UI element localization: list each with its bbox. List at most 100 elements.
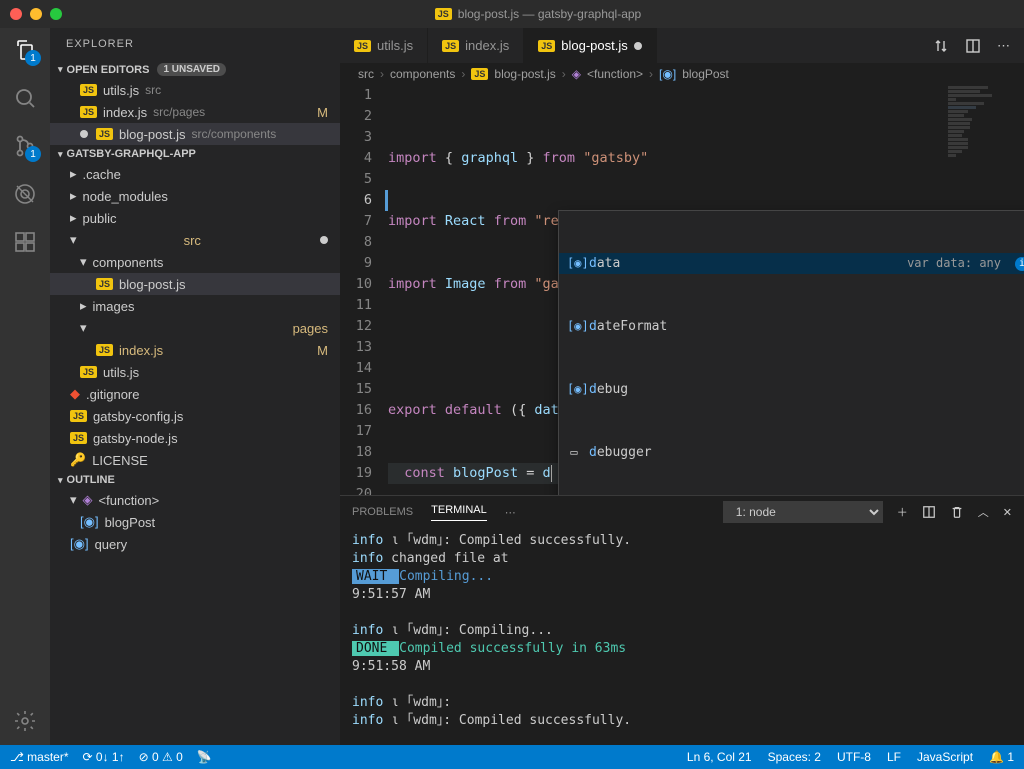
js-icon: JS	[354, 40, 371, 52]
outline-function[interactable]: ▾◈<function>	[50, 489, 340, 511]
suggest-item[interactable]: ▭debugger	[559, 442, 1024, 463]
outline-header[interactable]: ▾ OUTLINE	[50, 471, 340, 489]
file-license[interactable]: 🔑LICENSE	[50, 449, 340, 471]
outline-blogpost[interactable]: [◉]blogPost	[50, 511, 340, 533]
activity-bar: 1 1	[0, 28, 50, 745]
split-editor-icon[interactable]	[965, 38, 981, 54]
close-panel-icon[interactable]: ✕	[1003, 506, 1012, 519]
sidebar-title: EXPLORER	[50, 28, 340, 60]
git-branch[interactable]: ⎇ master*	[10, 750, 69, 764]
folder-public[interactable]: ▸public	[50, 207, 340, 229]
js-icon: JS	[80, 84, 97, 96]
suggest-item[interactable]: [◉]dateFormat	[559, 316, 1024, 337]
settings-gear-icon[interactable]	[11, 707, 39, 735]
folder-pages[interactable]: ▾pages	[50, 317, 340, 339]
eol[interactable]: LF	[887, 750, 901, 764]
line-gutter: 12345 678910 1112131415 1617181920	[340, 85, 388, 495]
terminal-output[interactable]: info ι ｢wdm｣: Compiled successfully. inf…	[340, 528, 1024, 745]
source-control-icon[interactable]: 1	[11, 132, 39, 160]
more-icon[interactable]: ⋯	[997, 38, 1010, 54]
open-editors-header[interactable]: ▾ OPEN EDITORS 1 UNSAVED	[50, 60, 340, 79]
breadcrumb[interactable]: src› components› JSblog-post.js› ◈<funct…	[340, 63, 1024, 85]
info-icon[interactable]: i	[1015, 257, 1024, 271]
git-sync[interactable]: ⟳ 0↓ 1↑	[83, 750, 125, 764]
close-button[interactable]	[10, 8, 22, 20]
maximize-button[interactable]	[50, 8, 62, 20]
status-errors[interactable]: ⊘ 0 ⚠ 0	[139, 750, 183, 764]
folder-images[interactable]: ▸images	[50, 295, 340, 317]
js-icon: JS	[538, 40, 555, 52]
dirty-dot-icon	[80, 130, 88, 138]
extensions-icon[interactable]	[11, 228, 39, 256]
cursor-position[interactable]: Ln 6, Col 21	[687, 750, 752, 764]
status-bar: ⎇ master* ⟳ 0↓ 1↑ ⊘ 0 ⚠ 0 📡 Ln 6, Col 21…	[0, 745, 1024, 769]
search-icon[interactable]	[11, 84, 39, 112]
titlebar: JS blog-post.js — gatsby-graphql-app	[0, 0, 1024, 28]
suggest-item[interactable]: [◉]debug	[559, 379, 1024, 400]
code-content[interactable]: import { graphql } from "gatsby" import …	[388, 85, 1024, 495]
open-editor-item[interactable]: JS blog-post.js src/components	[50, 123, 340, 145]
js-icon: JS	[96, 344, 113, 356]
modified-dot-icon	[320, 236, 328, 244]
chevron-down-icon: ▾	[58, 64, 63, 75]
more-tabs-icon[interactable]: ⋯	[505, 506, 516, 519]
js-icon: JS	[471, 68, 488, 80]
language-mode[interactable]: JavaScript	[917, 750, 973, 764]
indent[interactable]: Spaces: 2	[768, 750, 821, 764]
tab-index[interactable]: JSindex.js	[428, 28, 524, 63]
file-gitignore[interactable]: ◆.gitignore	[50, 383, 340, 405]
tab-terminal[interactable]: TERMINAL	[431, 504, 487, 521]
chevron-up-icon[interactable]: ︿	[978, 504, 989, 520]
file-blog-post[interactable]: JSblog-post.js	[50, 273, 340, 295]
compare-icon[interactable]	[933, 38, 949, 54]
folder-components[interactable]: ▾components	[50, 251, 340, 273]
js-icon: JS	[96, 278, 113, 290]
folder-node-modules[interactable]: ▸node_modules	[50, 185, 340, 207]
js-icon: JS	[96, 128, 113, 140]
folder-src[interactable]: ▾src	[50, 229, 340, 251]
editor-area: JSutils.js JSindex.js JSblog-post.js ⋯ s…	[340, 28, 1024, 745]
file-gatsby-node[interactable]: JSgatsby-node.js	[50, 427, 340, 449]
dirty-dot-icon	[634, 42, 642, 50]
js-icon: JS	[80, 366, 97, 378]
notifications-bell-icon[interactable]: 🔔 1	[989, 750, 1014, 764]
code-editor[interactable]: 12345 678910 1112131415 1617181920 impor…	[340, 85, 1024, 495]
tab-blog-post[interactable]: JSblog-post.js	[524, 28, 657, 63]
chevron-down-icon: ▾	[58, 475, 63, 486]
terminal-selector[interactable]: 1: node	[723, 501, 883, 523]
new-terminal-icon[interactable]: ＋	[897, 504, 908, 520]
file-index-js[interactable]: JSindex.jsM	[50, 339, 340, 361]
window-controls	[10, 8, 62, 20]
panel-tabs: PROBLEMS TERMINAL ⋯ 1: node ＋ ︿ ✕	[340, 496, 1024, 528]
intellisense-popup[interactable]: [◉]datavar data: anyi [◉]dateFormat [◉]d…	[558, 210, 1024, 495]
open-editor-item[interactable]: JS utils.js src	[50, 79, 340, 101]
trash-icon[interactable]	[950, 505, 964, 519]
file-gatsby-config[interactable]: JSgatsby-config.js	[50, 405, 340, 427]
tab-utils[interactable]: JSutils.js	[340, 28, 428, 63]
open-editor-item[interactable]: JS index.js src/pages M	[50, 101, 340, 123]
js-icon: JS	[442, 40, 459, 52]
js-icon: JS	[435, 8, 452, 20]
tab-problems[interactable]: PROBLEMS	[352, 506, 413, 518]
unsaved-badge: 1 UNSAVED	[157, 63, 226, 76]
encoding[interactable]: UTF-8	[837, 750, 871, 764]
folder-cache[interactable]: ▸.cache	[50, 163, 340, 185]
chevron-down-icon: ▾	[58, 149, 63, 160]
suggest-item[interactable]: [◉]datavar data: anyi	[559, 253, 1024, 274]
modified-indicator: M	[317, 343, 328, 358]
file-utils-js[interactable]: JSutils.js	[50, 361, 340, 383]
project-header[interactable]: ▾ GATSBY-GRAPHQL-APP	[50, 145, 340, 163]
js-icon: JS	[70, 410, 87, 422]
outline-query[interactable]: [◉]query	[50, 533, 340, 555]
status-broadcast-icon[interactable]: 📡	[197, 750, 212, 764]
js-icon: JS	[80, 106, 97, 118]
modified-indicator: M	[317, 105, 328, 120]
split-terminal-icon[interactable]	[922, 505, 936, 519]
editor-tabs: JSutils.js JSindex.js JSblog-post.js ⋯	[340, 28, 1024, 63]
sidebar: EXPLORER ▾ OPEN EDITORS 1 UNSAVED JS uti…	[50, 28, 340, 745]
debug-icon[interactable]	[11, 180, 39, 208]
minimize-button[interactable]	[30, 8, 42, 20]
line-highlight-bar	[385, 190, 388, 211]
explorer-icon[interactable]: 1	[11, 36, 39, 64]
js-icon: JS	[70, 432, 87, 444]
